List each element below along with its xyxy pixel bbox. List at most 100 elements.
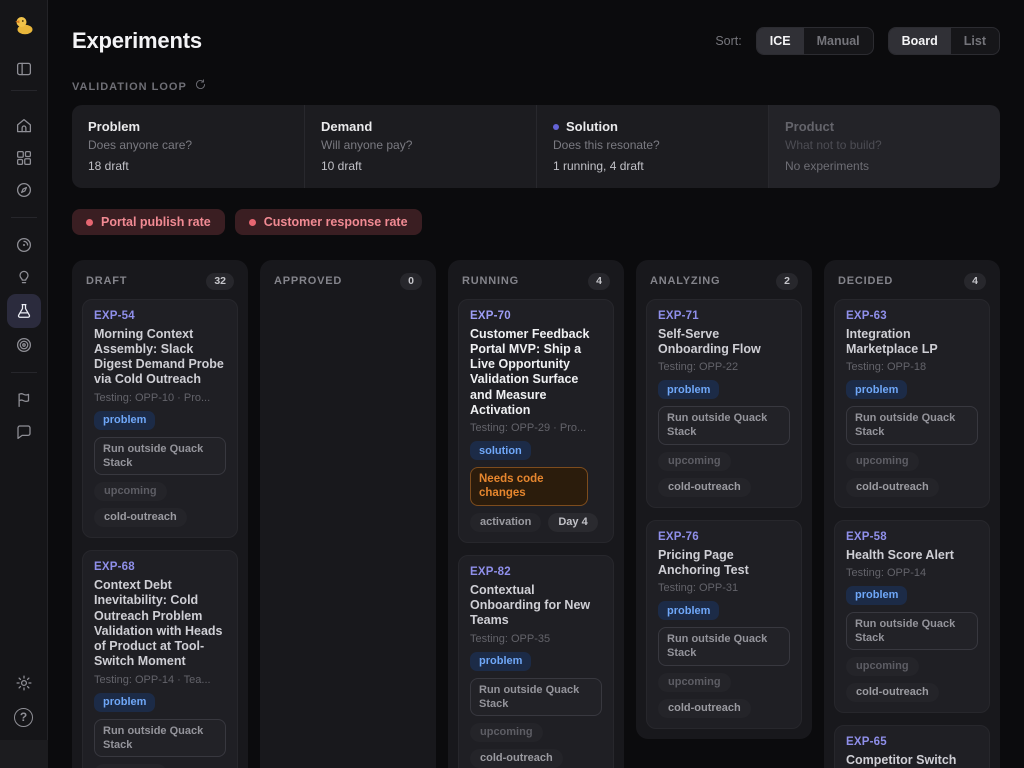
- experiment-card-exp-82[interactable]: EXP-82 Contextual Onboarding for New Team…: [458, 555, 614, 768]
- dashboard-icon[interactable]: [7, 143, 41, 173]
- pill-cold-outreach: cold-outreach: [470, 749, 563, 768]
- column-count-badge: 0: [400, 273, 422, 290]
- filter-chip-customer-response-rate[interactable]: Customer response rate: [235, 209, 422, 235]
- help-icon[interactable]: ?: [7, 702, 41, 732]
- tag-wrap: problem: [94, 686, 226, 712]
- column-header: APPROVED 0: [270, 270, 426, 299]
- experiment-card-exp-58[interactable]: EXP-58Health Score AlertTesting: OPP-14p…: [834, 520, 990, 714]
- column-header: DECIDED4: [834, 270, 990, 299]
- kanban-board: DRAFT32EXP-54Morning Context Assembly: S…: [72, 260, 1000, 768]
- experiment-card-exp-63[interactable]: EXP-63Integration Marketplace LPTesting:…: [834, 299, 990, 508]
- pill-cold-outreach: cold-outreach: [658, 478, 751, 497]
- panel-toggle-icon[interactable]: [7, 54, 41, 84]
- experiment-card-exp-76[interactable]: EXP-76Pricing Page Anchoring TestTesting…: [646, 520, 802, 729]
- stage-product[interactable]: Product What not to build? No experiment…: [768, 105, 1000, 188]
- pill-cold-outreach: cold-outreach: [94, 508, 187, 527]
- metric-dot-icon: [86, 219, 93, 226]
- experiment-card-exp-65[interactable]: EXP-65Competitor Switch IncentiveTesting…: [834, 725, 990, 768]
- pill-upcoming: upcoming: [94, 764, 167, 768]
- pill-cold-outreach: cold-outreach: [846, 683, 939, 702]
- column-title: DRAFT: [86, 275, 127, 287]
- experiment-title: Customer Feedback Portal MVP: Ship a Liv…: [470, 327, 602, 419]
- pill-row: upcoming cold-outreach: [94, 482, 226, 527]
- settings-gear-icon[interactable]: [7, 668, 41, 698]
- filter-chip-portal-publish-rate[interactable]: Portal publish rate: [72, 209, 225, 235]
- experiment-id: EXP-82: [470, 566, 602, 578]
- stage-name: Product: [785, 119, 984, 134]
- compass-icon[interactable]: [7, 175, 41, 205]
- stage-tag-problem: problem: [658, 601, 719, 620]
- home-icon[interactable]: [7, 111, 41, 141]
- experiment-id: EXP-63: [846, 310, 978, 322]
- stage-question: Does anyone care?: [88, 138, 288, 152]
- pill-day-4: Day 4: [548, 513, 597, 532]
- pill-activation: activation: [470, 513, 541, 532]
- stage-stat: No experiments: [785, 159, 984, 173]
- experiment-title: Contextual Onboarding for New Teams: [470, 583, 602, 629]
- experiment-testing-ref: Testing: OPP-18: [846, 361, 978, 373]
- stage-question: Does this resonate?: [553, 138, 752, 152]
- pill-upcoming: upcoming: [658, 673, 731, 692]
- experiment-testing-ref: Testing: OPP-14 · Tea...: [94, 674, 226, 686]
- experiment-testing-ref: Testing: OPP-29 · Pro...: [470, 422, 602, 434]
- pill-row: upcomingcold-outreach: [470, 723, 602, 768]
- column-header: ANALYZING2: [646, 270, 802, 299]
- pill-row: activation Day 4: [470, 513, 602, 532]
- run-note: Run outside Quack Stack: [658, 406, 790, 445]
- tag-wrap: problem: [846, 579, 978, 605]
- sort-option-ice[interactable]: ICE: [757, 28, 804, 54]
- run-note: Run outside Quack Stack: [658, 627, 790, 666]
- tag-wrap: problem: [94, 404, 226, 430]
- experiment-id: EXP-68: [94, 561, 226, 573]
- tag-wrap: problem: [470, 645, 602, 671]
- stage-demand[interactable]: Demand Will anyone pay? 10 draft: [304, 105, 536, 188]
- tag-wrap: solution: [470, 434, 602, 460]
- target-icon[interactable]: [7, 330, 41, 360]
- stage-solution[interactable]: Solution Does this resonate? 1 running, …: [536, 105, 768, 188]
- kanban-column-running: RUNNING 4 EXP-70Customer Feedback Portal M…: [448, 260, 624, 768]
- chat-icon[interactable]: [7, 417, 41, 447]
- warning-note: Needs code changes: [470, 467, 588, 506]
- experiment-title: Competitor Switch Incentive: [846, 753, 978, 768]
- flag-icon[interactable]: [7, 385, 41, 415]
- radar-icon[interactable]: [7, 230, 41, 260]
- kanban-column-decided: DECIDED4EXP-63Integration Marketplace LP…: [824, 260, 1000, 768]
- pill-upcoming: upcoming: [846, 452, 919, 471]
- metric-filter-chips: Portal publish rate Customer response ra…: [72, 209, 1000, 235]
- experiment-card-exp-68[interactable]: EXP-68Context Debt Inevitability: Cold O…: [82, 550, 238, 768]
- stage-tag-problem: problem: [846, 586, 907, 605]
- stage-stat: 18 draft: [88, 159, 288, 173]
- experiment-card-exp-54[interactable]: EXP-54Morning Context Assembly: Slack Di…: [82, 299, 238, 539]
- kanban-column-approved: APPROVED 0: [260, 260, 436, 768]
- topbar: Experiments Sort: ICE Manual Board List: [72, 24, 1000, 58]
- lightbulb-icon[interactable]: [7, 262, 41, 292]
- view-option-board[interactable]: Board: [889, 28, 951, 54]
- run-note: Run outside Quack Stack: [470, 678, 602, 717]
- sort-option-manual[interactable]: Manual: [804, 28, 873, 54]
- experiment-title: Morning Context Assembly: Slack Digest D…: [94, 327, 226, 388]
- filter-chip-label: Portal publish rate: [101, 215, 211, 229]
- pill-row: upcomingcold-outreach: [658, 452, 790, 497]
- pill-upcoming: upcoming: [94, 482, 167, 501]
- main-content: Experiments Sort: ICE Manual Board List …: [48, 0, 1024, 768]
- experiment-card-exp-71[interactable]: EXP-71Self-Serve Onboarding FlowTesting:…: [646, 299, 802, 508]
- view-option-list[interactable]: List: [951, 28, 999, 54]
- experiment-testing-ref: Testing: OPP-10 · Pro...: [94, 392, 226, 404]
- stage-stat: 1 running, 4 draft: [553, 159, 752, 173]
- tag-wrap: problem: [658, 373, 790, 399]
- column-title: APPROVED: [274, 275, 342, 287]
- experiment-card-exp-70[interactable]: EXP-70Customer Feedback Portal MVP: Ship…: [458, 299, 614, 543]
- flask-icon[interactable]: [7, 294, 41, 328]
- column-title: RUNNING: [462, 275, 519, 287]
- stage-problem[interactable]: Problem Does anyone care? 18 draft: [72, 105, 304, 188]
- filter-chip-label: Customer response rate: [264, 215, 408, 229]
- run-note: Run outside Quack Stack: [846, 406, 978, 445]
- run-note: Run outside Quack Stack: [94, 719, 226, 758]
- stage-stat: 10 draft: [321, 159, 520, 173]
- column-count-badge: 4: [588, 273, 610, 290]
- duck-logo-icon[interactable]: [7, 10, 41, 40]
- experiment-testing-ref: Testing: OPP-31: [658, 582, 790, 594]
- run-note: Run outside Quack Stack: [94, 437, 226, 476]
- refresh-icon[interactable]: [194, 78, 207, 96]
- pill-row: upcomingcold-outreach: [846, 657, 978, 702]
